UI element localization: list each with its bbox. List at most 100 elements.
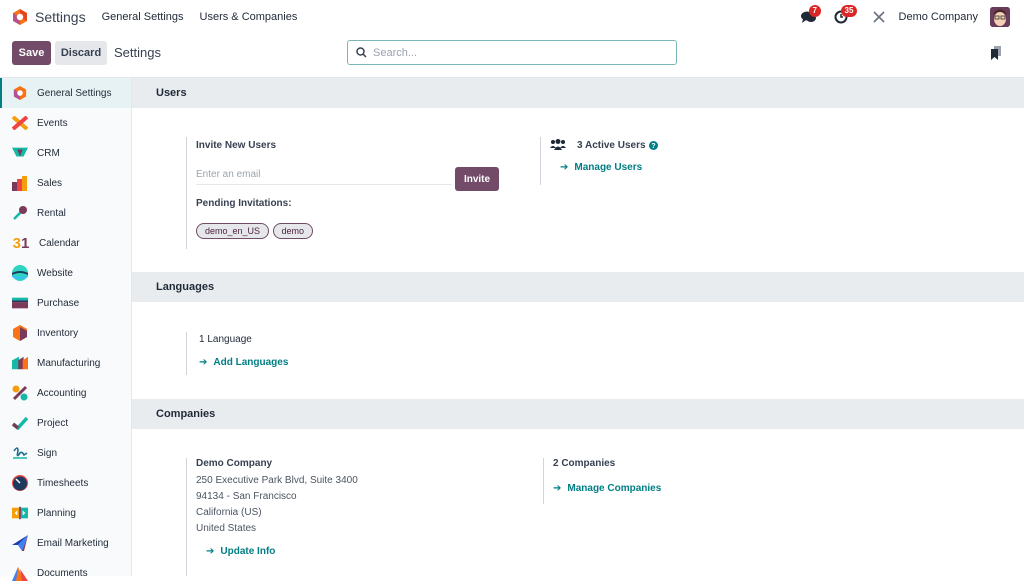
top-navbar: Settings General Settings Users & Compan… bbox=[0, 0, 1024, 34]
company-address-line: 250 Executive Park Blvd, Suite 3400 bbox=[196, 475, 358, 486]
sidebar-item-label: Email Marketing bbox=[37, 537, 109, 549]
crm-icon bbox=[12, 147, 28, 157]
active-users-count: 3 Active Users bbox=[577, 139, 646, 151]
active-users-setting: 3 Active Users ? ➔ Manage Users bbox=[540, 137, 800, 185]
add-languages-label: Add Languages bbox=[213, 357, 289, 368]
sidebar-item-label: Timesheets bbox=[37, 477, 89, 489]
manage-users-label: Manage Users bbox=[574, 162, 643, 173]
sidebar-item-documents[interactable]: Documents bbox=[0, 558, 131, 588]
settings-content: Users Invite New Users Invite Pending In… bbox=[132, 78, 1024, 576]
user-avatar[interactable] bbox=[990, 7, 1010, 27]
sidebar-item-label: Project bbox=[37, 417, 69, 429]
documentation-icon[interactable] bbox=[990, 46, 1002, 60]
search-input[interactable] bbox=[373, 46, 663, 59]
sidebar-item-crm[interactable]: CRM bbox=[0, 138, 131, 168]
activities-button[interactable]: 35 bbox=[831, 5, 858, 27]
manufacturing-icon bbox=[12, 356, 28, 370]
arrow-right-icon: ➔ bbox=[560, 162, 569, 173]
sidebar-item-sign[interactable]: Sign bbox=[0, 438, 131, 468]
sidebar-item-calendar[interactable]: 31 Calendar bbox=[0, 228, 131, 258]
pending-invitation-tag[interactable]: demo_en_US bbox=[196, 223, 270, 239]
email-input[interactable] bbox=[196, 165, 452, 185]
events-icon bbox=[12, 116, 28, 130]
company-address-line: 94134 - San Francisco bbox=[196, 491, 297, 502]
help-icon[interactable]: ? bbox=[648, 140, 658, 150]
sidebar-item-label: Manufacturing bbox=[37, 357, 101, 369]
update-info-link[interactable]: ➔ Update Info bbox=[206, 546, 486, 557]
invite-users-label: Invite New Users bbox=[196, 140, 277, 151]
sidebar-item-label: CRM bbox=[37, 147, 60, 159]
sidebar-item-email-marketing[interactable]: Email Marketing bbox=[0, 528, 131, 558]
activities-badge: 35 bbox=[840, 5, 858, 17]
sidebar-item-planning[interactable]: Planning bbox=[0, 498, 131, 528]
company-info-setting: Demo Company 250 Executive Park Blvd, Su… bbox=[186, 458, 486, 576]
sales-icon bbox=[12, 176, 27, 191]
sidebar-item-sales[interactable]: Sales bbox=[0, 168, 131, 198]
sidebar-item-label: Events bbox=[37, 117, 68, 129]
menu-users-companies[interactable]: Users & Companies bbox=[200, 11, 298, 23]
planning-icon bbox=[12, 506, 28, 520]
companies-count-setting: 2 Companies ➔ Manage Companies bbox=[543, 458, 803, 504]
menu-general-settings[interactable]: General Settings bbox=[102, 11, 184, 23]
section-header-companies: Companies bbox=[132, 399, 1024, 429]
pending-invitations-label: Pending Invitations: bbox=[196, 198, 292, 209]
sidebar-item-accounting[interactable]: Accounting bbox=[0, 378, 131, 408]
settings-app-icon bbox=[13, 9, 27, 25]
company-switcher[interactable]: Demo Company bbox=[899, 11, 978, 23]
brand[interactable]: Settings bbox=[12, 9, 86, 25]
debug-tools-button[interactable] bbox=[869, 7, 889, 27]
calendar-glyph: 31 bbox=[12, 234, 30, 252]
sidebar-item-purchase[interactable]: Purchase bbox=[0, 288, 131, 318]
project-icon bbox=[12, 416, 28, 430]
invite-button[interactable]: Invite bbox=[455, 167, 499, 191]
arrow-right-icon: ➔ bbox=[199, 357, 208, 368]
website-icon bbox=[12, 265, 28, 281]
search-icon bbox=[356, 47, 367, 58]
sidebar-item-label: General Settings bbox=[37, 87, 112, 99]
control-panel: Save Discard Settings bbox=[0, 34, 1024, 78]
documents-icon bbox=[12, 567, 28, 581]
tools-icon bbox=[872, 11, 885, 23]
sidebar-item-general-settings[interactable]: General Settings bbox=[0, 78, 131, 108]
inventory-icon bbox=[13, 325, 27, 341]
arrow-right-icon: ➔ bbox=[553, 483, 562, 494]
section-header-users: Users bbox=[132, 78, 1024, 108]
sidebar-item-website[interactable]: Website bbox=[0, 258, 131, 288]
manage-companies-link[interactable]: ➔ Manage Companies bbox=[553, 483, 803, 494]
sidebar-item-label: Documents bbox=[37, 567, 88, 579]
messages-button[interactable]: 7 bbox=[799, 5, 821, 27]
search-bar[interactable] bbox=[347, 40, 677, 65]
sidebar-item-project[interactable]: Project bbox=[0, 408, 131, 438]
sidebar-item-label: Purchase bbox=[37, 297, 80, 309]
purchase-icon bbox=[12, 297, 28, 309]
pending-invitation-tag[interactable]: demo bbox=[272, 223, 314, 239]
sidebar-item-timesheets[interactable]: Timesheets bbox=[0, 468, 131, 498]
sidebar-item-label: Planning bbox=[37, 507, 76, 519]
manage-companies-label: Manage Companies bbox=[567, 483, 662, 494]
arrow-right-icon: ➔ bbox=[206, 546, 215, 557]
sidebar-item-label: Website bbox=[37, 267, 73, 279]
settings-sidebar: General Settings Events CRM Sales Rental… bbox=[0, 78, 132, 581]
company-address-line: California (US) bbox=[196, 507, 262, 518]
pending-tags: demo_en_US demo bbox=[196, 221, 506, 239]
section-header-languages: Languages bbox=[132, 272, 1024, 302]
save-button[interactable]: Save bbox=[12, 41, 51, 65]
app-title: Settings bbox=[35, 9, 86, 25]
sidebar-item-rental[interactable]: Rental bbox=[0, 198, 131, 228]
add-languages-link[interactable]: ➔ Add Languages bbox=[199, 357, 446, 368]
sidebar-item-inventory[interactable]: Inventory bbox=[0, 318, 131, 348]
manage-users-link[interactable]: ➔ Manage Users bbox=[560, 162, 800, 173]
sidebar-item-manufacturing[interactable]: Manufacturing bbox=[0, 348, 131, 378]
avatar-icon bbox=[990, 7, 1010, 27]
sidebar-item-label: Sales bbox=[37, 177, 63, 189]
invite-users-setting: Invite New Users Invite Pending Invitati… bbox=[186, 137, 506, 249]
language-count: 1 Language bbox=[199, 334, 252, 345]
company-address-line: United States bbox=[196, 523, 257, 534]
discard-button[interactable]: Discard bbox=[55, 41, 107, 65]
update-info-label: Update Info bbox=[220, 546, 276, 557]
sidebar-item-label: Rental bbox=[37, 207, 66, 219]
page-title: Settings bbox=[114, 45, 161, 60]
companies-count: 2 Companies bbox=[553, 458, 616, 469]
sidebar-item-events[interactable]: Events bbox=[0, 108, 131, 138]
sidebar-item-label: Calendar bbox=[39, 237, 80, 249]
